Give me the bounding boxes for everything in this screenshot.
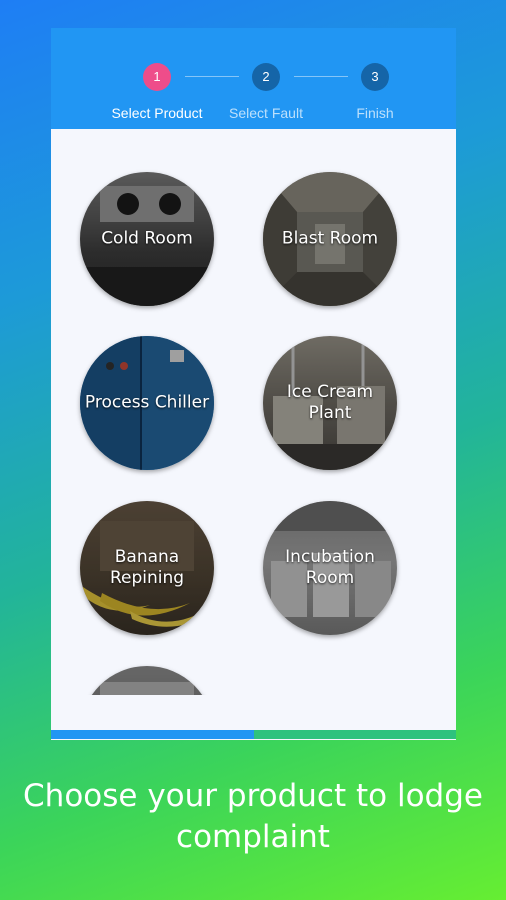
progress-fill <box>51 730 254 739</box>
app-screen: 1 2 3 Select Product Select Fault Finish… <box>51 28 456 740</box>
product-label: Banana Repining <box>109 547 185 588</box>
product-ice-cream-plant[interactable]: Ice Cream Plant <box>263 336 397 470</box>
step-3-label: Finish <box>356 105 394 121</box>
product-label: Cold Room <box>101 228 193 249</box>
product-label: Ice Cream Plant <box>286 382 374 423</box>
stepper-header: 1 2 3 Select Product Select Fault Finish <box>51 28 456 129</box>
wizard-progress-bar <box>51 730 456 739</box>
product-process-chiller[interactable]: Process Chiller <box>80 336 214 470</box>
product-label: Blast Room <box>281 228 379 249</box>
step-2-label: Select Fault <box>229 105 303 121</box>
step-connector <box>294 76 348 77</box>
product-cold-room[interactable]: Cold Room <box>80 172 214 306</box>
product-label: Process Chiller <box>84 392 210 413</box>
step-1-label: Select Product <box>111 105 203 121</box>
product-blast-room[interactable]: Blast Room <box>263 172 397 306</box>
step-connector <box>185 76 239 77</box>
product-banana-repining[interactable]: Banana Repining <box>80 501 214 635</box>
step-2-indicator[interactable]: 2 <box>252 63 280 91</box>
product-label: Incubation Room <box>285 547 375 588</box>
step-1-indicator[interactable]: 1 <box>143 63 171 91</box>
promo-caption: Choose your product to lodge complaint <box>23 778 483 855</box>
step-3-indicator[interactable]: 3 <box>361 63 389 91</box>
product-incubation-room[interactable]: Incubation Room <box>263 501 397 635</box>
product-next-partial[interactable] <box>80 666 214 695</box>
product-grid: Cold Room Blast Room Process Chiller Ice… <box>51 129 456 695</box>
